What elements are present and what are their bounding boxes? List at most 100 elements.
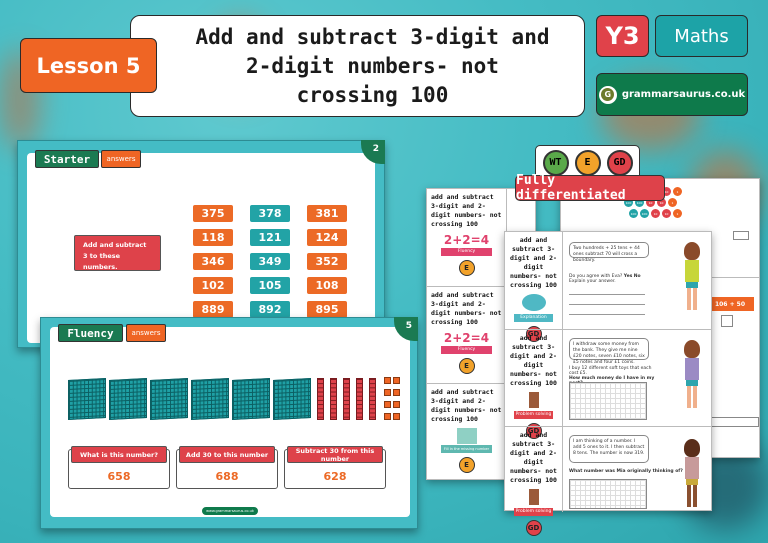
equation-icon: 2+2=4 [443,331,490,345]
place-value-counter: 1 [673,209,682,218]
hundred-block [68,377,106,420]
number-cell: 889 [193,301,233,318]
ten-rod [356,377,363,420]
question-label: Add 30 to this number [179,446,275,463]
title-line: crossing 100 [296,82,449,107]
number-cell: 892 [250,301,290,318]
worksheet-section: add and subtract 3-digit and 2-digit num… [505,232,711,342]
question-card: Add 30 to this number 688 [176,446,278,489]
worksheet-title: add and subtract 3-digit and 2-digit num… [431,388,502,423]
subject-badge: Maths [655,15,748,57]
place-value-counter: 100 [629,209,638,218]
level-badge-gd: GD [606,149,633,176]
number-cell: 108 [307,277,347,294]
one-cube [384,413,391,420]
number-cell: 378 [250,205,290,222]
ten-rod [343,377,350,420]
question-prompt: Do you agree with Eva? Yes No Explain you… [569,274,641,284]
ten-rod [369,377,376,420]
footer-brand: www.grammarsaurus.co.uk [202,507,258,515]
answer-box [733,231,749,240]
fluency-slide[interactable]: Fluency answers What is this number? 658… [40,317,418,529]
worksheet-section: add and subtract 3-digit and 2-digit num… [505,426,711,536]
number-cell: 375 [193,205,233,222]
year-badge: Y3 [596,15,649,57]
worksheet-front[interactable]: add and subtract 3-digit and 2-digit num… [504,231,712,536]
fully-differentiated-banner: Fully differentiated [515,173,665,203]
level-badge-e: E [574,149,601,176]
question-bubble: I am thinking of a number. I add 5 ones … [569,435,649,463]
one-cube [393,401,400,408]
sum-label: 106 + 50 [706,297,754,311]
number-grid: 375 378 381 118 121 124 346 349 352 102 … [193,205,347,318]
hundred-block [109,377,147,420]
answer-box [711,417,759,427]
level-badge: E [458,457,475,473]
place-value-counter: 10 [651,209,660,218]
boy-character-icon [528,392,539,408]
question-card: Subtract 30 from this number 628 [284,446,386,489]
title-line: Add and subtract 3-digit and [195,24,550,49]
question-prompt: What number was Mia originally thinking … [569,469,683,474]
ten-rod [317,377,324,420]
answers-tag: answers [126,324,166,342]
number-cell: 352 [307,253,347,270]
hundred-block [150,377,188,420]
working-grid [569,479,647,509]
answer-value: 688 [215,470,239,483]
number-cell: 124 [307,229,347,246]
place-value-counter: 1 [673,187,682,196]
question-label: Subtract 30 from this number [287,446,383,463]
brand-badge[interactable]: G grammarsaurus.co.uk [596,73,748,116]
base-ten-blocks [68,377,400,420]
number-cell: 381 [307,205,347,222]
answer-value: 658 [107,470,131,483]
puzzle-icon [456,428,477,444]
number-cell: 121 [250,229,290,246]
answer-line [569,294,645,295]
working-grid [569,382,647,420]
number-cell: 895 [307,301,347,318]
worksheet-section: add and subtract 3-digit and 2-digit num… [505,329,711,439]
character-mia [683,439,701,507]
skill-label: Problem solving [514,411,553,419]
worksheet-title: add and subtract 3-digit and 2-digit num… [431,291,502,326]
slide-title: Fluency [58,324,123,342]
slide-content: Fluency answers What is this number? 658… [50,324,410,517]
answer-line [569,314,645,315]
one-cube [393,377,400,384]
lesson-label: Lesson 5 [36,53,141,78]
equation-icon: 2+2=4 [443,233,490,247]
one-cube [393,389,400,396]
boy-character-icon [528,489,539,505]
question-bubble: Two hundreds + 25 tens + 44 ones subtrac… [569,242,649,263]
speech-icon [521,294,546,311]
number-cell: 118 [193,229,233,246]
answer-box [721,315,733,327]
slide-content: Starter answers Add and subtract 3 to th… [27,150,375,343]
worksheet-title: add and subtract 3-digit and 2-digit num… [510,334,557,387]
skill-label: Explanation [514,314,553,322]
skill-label: Fill in the missing number [441,445,492,453]
lesson-badge: Lesson 5 [20,38,157,93]
one-cube [384,377,391,384]
ten-rod [330,377,337,420]
level-badge: E [458,358,475,374]
ones-group [384,377,400,420]
one-cube [393,413,400,420]
answer-line [569,304,645,305]
year-label: Y3 [605,22,640,50]
worksheet-title: add and subtract 3-digit and 2-digit num… [510,236,557,289]
place-value-counter: 100 [640,209,649,218]
skill-label: Fluency [441,346,492,354]
worksheet-title: add and subtract 3-digit and 2-digit num… [510,431,557,484]
answer-value: 628 [323,470,347,483]
one-cube [384,401,391,408]
grammarsaurus-logo-icon: G [598,85,617,104]
one-cube [384,389,391,396]
lesson-title: Add and subtract 3-digit and 2-digit num… [130,15,585,117]
character [683,340,701,408]
question-card: What is this number? 658 [68,446,170,489]
level-badge: GD [525,520,542,536]
hundred-block [273,377,311,420]
